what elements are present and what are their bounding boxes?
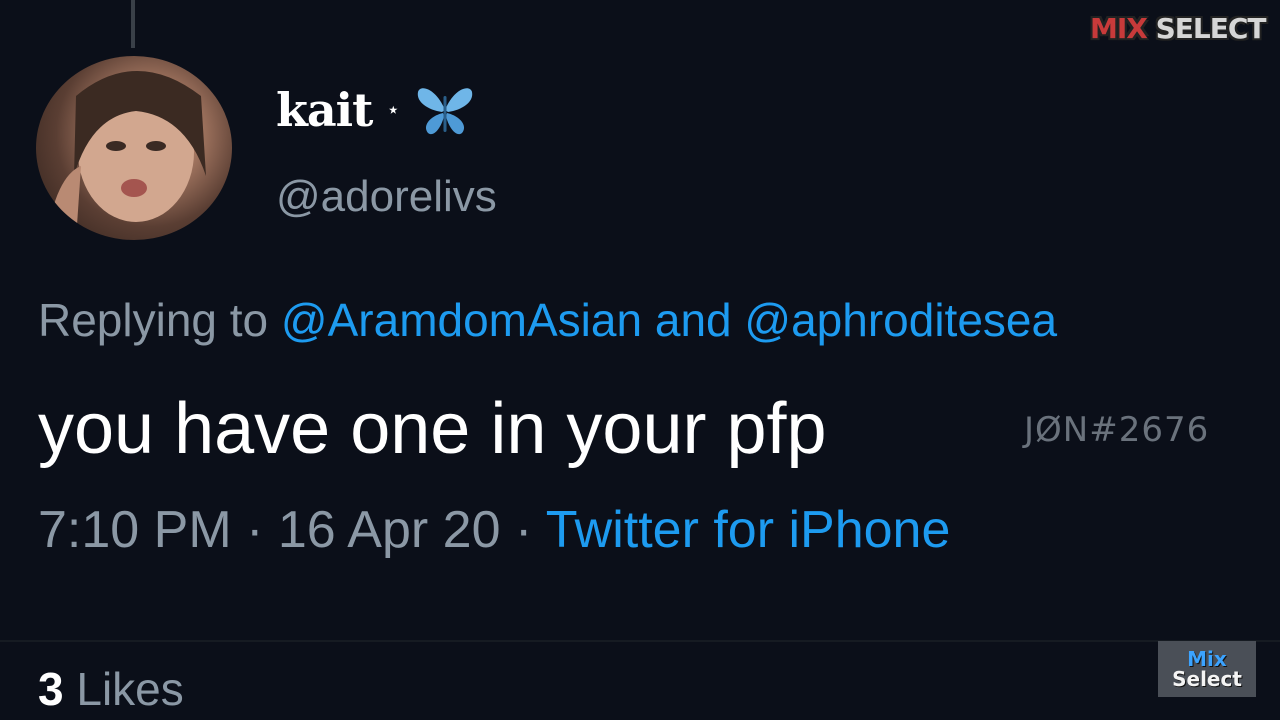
logo-bottom-select: Select — [1172, 667, 1242, 691]
reply-mention-link[interactable]: @aphroditesea — [744, 294, 1057, 346]
tweet-source-link[interactable]: Twitter for iPhone — [546, 501, 951, 559]
replying-to-label: Replying to — [38, 294, 281, 346]
butterfly-icon — [417, 88, 473, 135]
logo-bottom-mix: Mix — [1187, 647, 1227, 671]
watermark-id: JØN#2676 — [1024, 410, 1210, 450]
tweet-meta: 7:10 PM · 16 Apr 20 · Twitter for iPhone — [38, 500, 950, 560]
likes-count: 3 — [38, 663, 64, 715]
display-name-row: kait ⋆ — [276, 80, 476, 140]
star-icon: ⋆ — [386, 97, 401, 123]
channel-logo-top: MIX SELECT — [1090, 12, 1267, 45]
likes-label: Likes — [63, 663, 184, 715]
avatar[interactable] — [36, 56, 232, 240]
avatar-photo — [46, 71, 206, 240]
tweet-text: you have one in your pfp — [38, 389, 827, 469]
user-handle[interactable]: @adorelivs — [276, 172, 497, 222]
logo-mix-text: MIX — [1090, 12, 1148, 45]
reply-conjunction: and — [642, 294, 745, 346]
likes-count-link[interactable]: 3 Likes — [38, 662, 184, 716]
display-name[interactable]: kait — [276, 83, 373, 137]
channel-logo-bottom: Mix Select — [1158, 641, 1256, 697]
divider — [0, 640, 1280, 642]
thread-connector-line — [131, 0, 135, 48]
logo-select-text: SELECT — [1146, 12, 1267, 45]
tweet-timestamp[interactable]: 7:10 PM · 16 Apr 20 · — [38, 501, 546, 559]
replying-to-line: Replying to @AramdomAsian and @aphrodite… — [38, 293, 1057, 347]
reply-mention-link[interactable]: @AramdomAsian — [281, 294, 642, 346]
